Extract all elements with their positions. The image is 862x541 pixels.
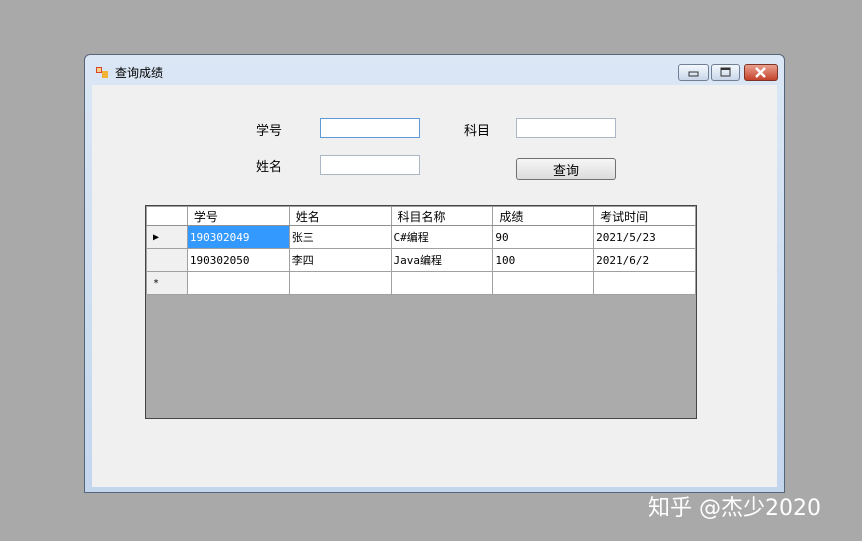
row-header[interactable]: [146, 248, 188, 272]
table-cell[interactable]: [492, 271, 595, 295]
table-cell[interactable]: 2021/5/23: [593, 225, 696, 249]
table-cell[interactable]: [593, 271, 696, 295]
table-cell[interactable]: 李四: [288, 248, 392, 272]
minimize-icon: [688, 71, 699, 77]
table-cell[interactable]: [288, 271, 392, 295]
column-header[interactable]: 考试时间: [593, 206, 696, 226]
watermark: 知乎 @杰少2020: [648, 496, 821, 521]
column-header[interactable]: 学号: [186, 206, 290, 226]
table-cell[interactable]: 100: [492, 248, 595, 272]
main-window: 查询成绩 学号 科目 姓名 查询 学号 姓名 科目名称 成绩 考试时间 ▶ 19…: [84, 54, 785, 493]
table-row[interactable]: ▶ 190302049 张三 C#编程 90 2021/5/23: [146, 225, 696, 249]
table-cell[interactable]: 190302049: [186, 225, 290, 249]
subject-label: 科目: [464, 124, 491, 139]
new-row-asterisk-icon[interactable]: *: [146, 271, 188, 295]
table-cell[interactable]: Java编程: [390, 248, 494, 272]
title-bar[interactable]: 查询成绩: [85, 55, 784, 85]
table-cell[interactable]: [390, 271, 494, 295]
table-cell[interactable]: 90: [492, 225, 595, 249]
results-grid[interactable]: 学号 姓名 科目名称 成绩 考试时间 ▶ 190302049 张三 C#编程 9…: [145, 205, 697, 419]
maximize-icon: [720, 67, 731, 77]
close-button[interactable]: [744, 64, 778, 81]
table-cell[interactable]: 张三: [288, 225, 392, 249]
app-icon: [96, 67, 108, 78]
header-row: 学号 姓名 科目名称 成绩 考试时间: [146, 206, 696, 226]
student-id-label: 学号: [256, 124, 283, 139]
window-title: 查询成绩: [115, 66, 164, 80]
close-icon: [755, 67, 766, 78]
name-label: 姓名: [256, 160, 283, 175]
results-table: 学号 姓名 科目名称 成绩 考试时间 ▶ 190302049 张三 C#编程 9…: [146, 206, 696, 295]
minimize-button[interactable]: [678, 64, 709, 81]
name-input[interactable]: [320, 155, 420, 175]
new-row[interactable]: *: [146, 271, 696, 295]
column-header[interactable]: 姓名: [288, 206, 392, 226]
subject-input[interactable]: [516, 118, 616, 138]
table-cell[interactable]: [186, 271, 290, 295]
row-indicator-icon[interactable]: ▶: [146, 225, 188, 249]
table-cell[interactable]: C#编程: [390, 225, 494, 249]
table-cell[interactable]: 2021/6/2: [593, 248, 696, 272]
form-client-area: 学号 科目 姓名 查询 学号 姓名 科目名称 成绩 考试时间 ▶ 1903020…: [92, 85, 777, 487]
query-button[interactable]: 查询: [516, 158, 616, 180]
column-header[interactable]: 成绩: [492, 206, 595, 226]
student-id-input[interactable]: [320, 118, 420, 138]
corner-header: [146, 206, 188, 226]
table-cell[interactable]: 190302050: [186, 248, 290, 272]
column-header[interactable]: 科目名称: [390, 206, 494, 226]
maximize-button[interactable]: [711, 64, 740, 81]
table-row[interactable]: 190302050 李四 Java编程 100 2021/6/2: [146, 248, 696, 272]
